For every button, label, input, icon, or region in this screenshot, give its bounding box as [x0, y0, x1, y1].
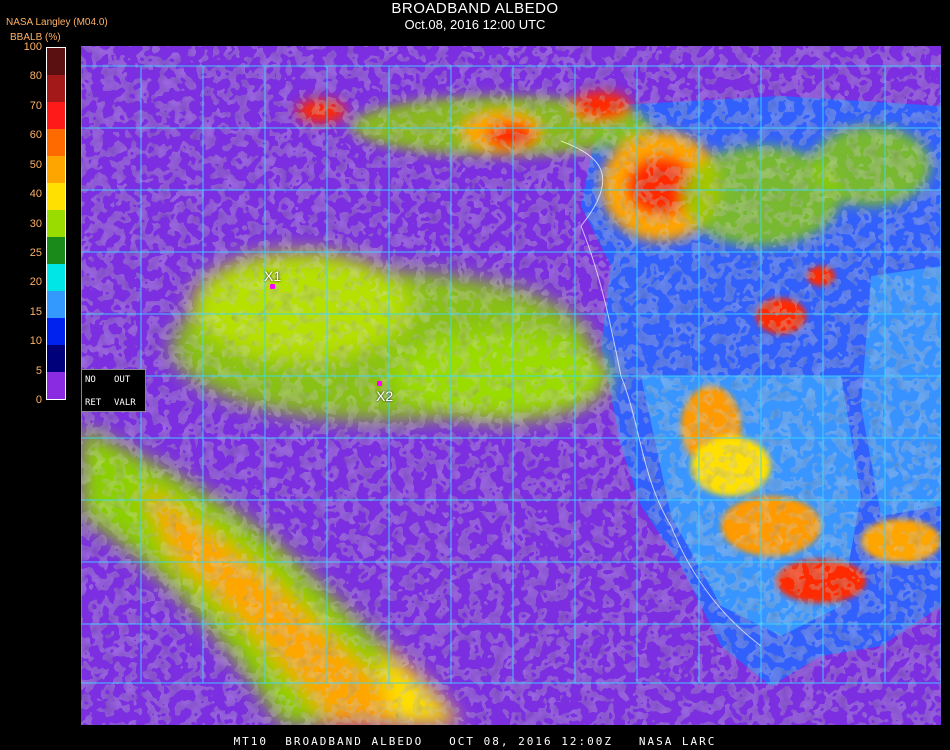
map-svg	[81, 46, 941, 725]
org-label: NASA Langley (M04.0)	[6, 17, 108, 28]
marker-x2-dot[interactable]	[377, 381, 382, 386]
colorbar-segment	[47, 291, 65, 318]
marker-x1-dot[interactable]	[270, 284, 275, 289]
colorbar-tick-label: 10	[29, 335, 42, 348]
marker-x2-label: X2	[376, 388, 394, 404]
legend-box: NO OUT RET VALR	[81, 369, 146, 412]
albedo-map[interactable]	[81, 46, 941, 725]
colorbar-tick-label: 15	[29, 305, 42, 318]
colorbar-segment	[47, 345, 65, 372]
colorbar-tick-label: 60	[29, 129, 42, 142]
legend-out: OUT	[114, 375, 131, 385]
colorbar-segment	[47, 102, 65, 129]
colorbar-segment	[47, 237, 65, 264]
map-title: BROADBAND ALBEDO	[391, 0, 559, 17]
colorbar	[46, 47, 66, 400]
colorbar-segment	[47, 318, 65, 345]
colorbar-tick-label: 25	[29, 246, 42, 259]
colorbar-segment	[47, 183, 65, 210]
colorbar-segment	[47, 372, 65, 399]
colorbar-tick-label: 30	[29, 217, 42, 230]
colorbar-tick-label: 70	[29, 99, 42, 112]
colorbar-tick-label: 40	[29, 188, 42, 201]
colorbar-tick-label: 5	[35, 364, 42, 377]
map-subtitle: Oct.08, 2016 12:00 UTC	[404, 17, 546, 32]
colorbar-segment	[47, 48, 65, 75]
colorbar-tick-label: 100	[23, 41, 42, 53]
marker-x1-label: X1	[264, 268, 282, 284]
colorbar-tick-label: 80	[29, 70, 42, 83]
colorbar-segment	[47, 75, 65, 102]
colorbar-tick-label: 20	[29, 276, 42, 289]
colorbar-tick-label: 0	[35, 394, 42, 406]
colorbar-tick-label: 50	[29, 158, 42, 171]
colorbar-segment	[47, 156, 65, 183]
legend-ret: RET	[85, 398, 102, 408]
legend-valr: VALR	[114, 398, 136, 408]
colorbar-segment	[47, 264, 65, 291]
legend-no: NO	[85, 375, 96, 385]
bottom-caption: MT10 BROADBAND ALBEDO OCT 08, 2016 12:00…	[233, 735, 717, 748]
colorbar-segment	[47, 129, 65, 156]
colorbar-segment	[47, 210, 65, 237]
